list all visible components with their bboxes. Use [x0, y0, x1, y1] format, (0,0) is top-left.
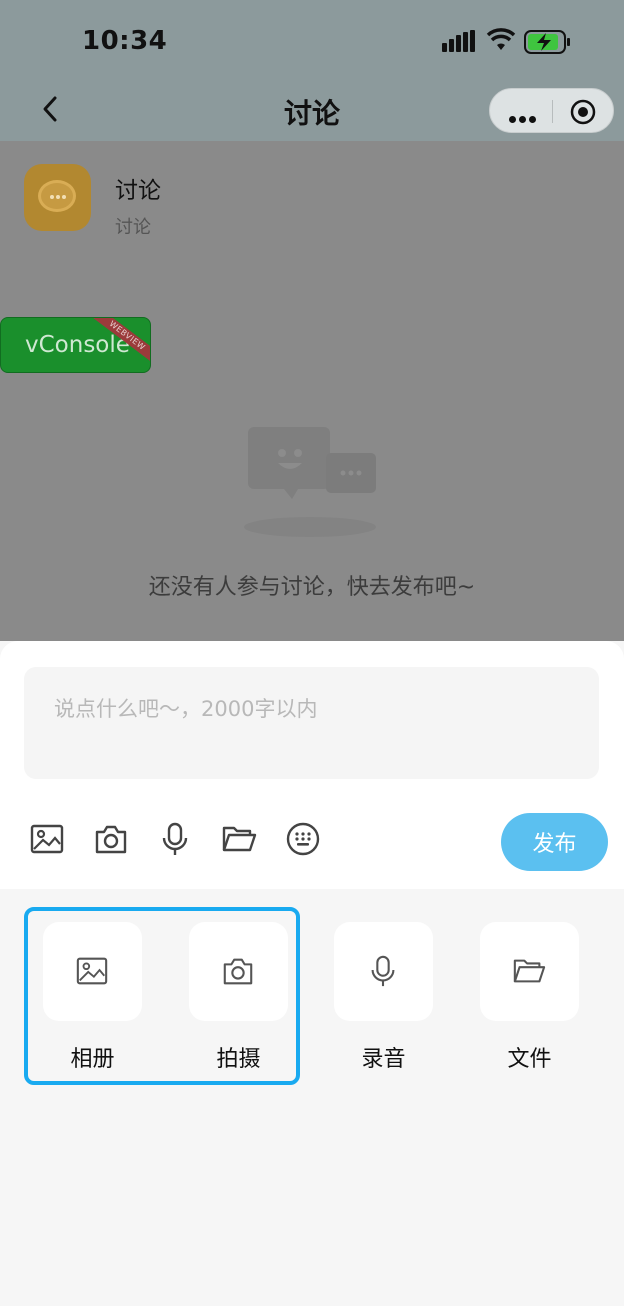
app-subtitle: 讨论	[115, 217, 151, 238]
wifi-icon	[486, 28, 516, 50]
camera-icon[interactable]	[93, 821, 129, 857]
vconsole-label: vConsole	[25, 332, 130, 358]
comment-input[interactable]	[24, 667, 599, 779]
dimmed-page-content[interactable]: 讨论 讨论 vConsole WEBVIEW 还没有人参与讨论，快去发布吧~	[0, 141, 624, 641]
empty-discussion-illustration	[244, 427, 376, 537]
battery-charging-icon	[524, 30, 570, 54]
keyboard-icon[interactable]	[285, 821, 321, 857]
publish-button[interactable]: 发布	[501, 813, 608, 871]
app-name: 讨论	[115, 178, 161, 204]
folder-icon	[513, 959, 546, 983]
more-icon[interactable]	[509, 108, 539, 127]
folder-icon[interactable]	[221, 821, 257, 857]
image-icon[interactable]	[29, 821, 65, 857]
tray-tile-record[interactable]	[334, 922, 433, 1021]
attachment-tray: 相册 拍摄 录音 文件	[0, 889, 624, 1306]
tray-tile-file[interactable]	[480, 922, 579, 1021]
microphone-icon[interactable]	[157, 821, 193, 857]
empty-state-text: 还没有人参与讨论，快去发布吧~	[148, 575, 476, 600]
vconsole-button[interactable]: vConsole WEBVIEW	[0, 317, 151, 373]
top-bar: 10:34 讨论	[0, 0, 624, 141]
capsule-divider	[552, 100, 553, 123]
status-time: 10:34	[82, 26, 168, 56]
close-target-icon[interactable]	[570, 99, 596, 125]
selection-highlight	[24, 907, 300, 1085]
tray-label-file: 文件	[507, 1047, 552, 1072]
tray-label-record: 录音	[361, 1047, 406, 1072]
chat-bubble-icon	[38, 180, 76, 212]
mini-program-capsule	[489, 88, 614, 133]
microphone-icon	[371, 955, 395, 987]
app-icon	[24, 164, 91, 231]
signal-icon	[442, 30, 476, 52]
